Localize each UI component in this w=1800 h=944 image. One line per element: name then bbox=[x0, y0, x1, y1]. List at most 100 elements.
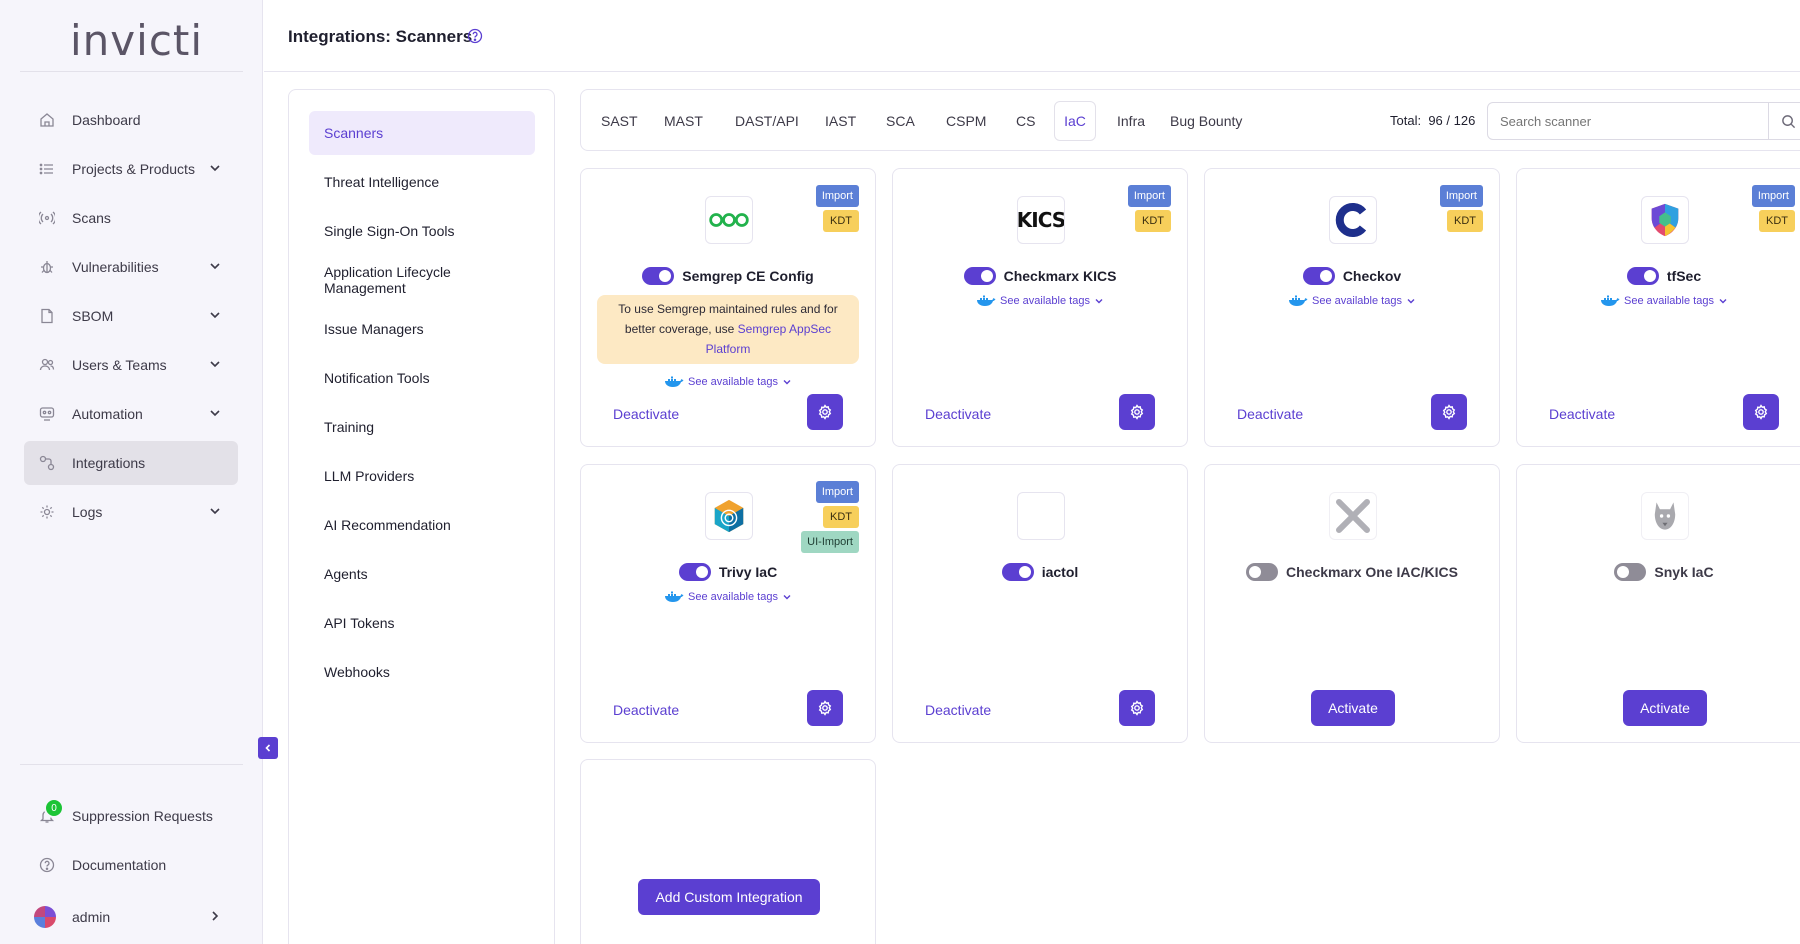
sidebar-item-projects[interactable]: Projects & Products bbox=[24, 147, 238, 191]
bug-icon bbox=[38, 258, 56, 276]
tab-iast[interactable]: IAST bbox=[815, 101, 866, 141]
category-issue-managers[interactable]: Issue Managers bbox=[309, 307, 535, 351]
chevron-down-icon bbox=[783, 595, 791, 600]
enable-toggle[interactable] bbox=[642, 267, 675, 285]
category-alm[interactable]: Application Lifecycle Management bbox=[309, 258, 535, 302]
settings-button[interactable] bbox=[1119, 690, 1155, 726]
gear-icon bbox=[1130, 404, 1144, 420]
sidebar-item-documentation[interactable]: Documentation bbox=[24, 843, 238, 887]
activate-button[interactable]: Activate bbox=[1623, 690, 1707, 726]
category-training[interactable]: Training bbox=[309, 405, 535, 449]
sidebar-item-logs[interactable]: Logs bbox=[24, 490, 238, 534]
category-llm-providers[interactable]: LLM Providers bbox=[309, 454, 535, 498]
docker-icon bbox=[665, 591, 684, 602]
logs-icon bbox=[38, 503, 56, 521]
divider bbox=[20, 764, 243, 765]
tab-infra[interactable]: Infra bbox=[1107, 101, 1155, 141]
category-api-tokens[interactable]: API Tokens bbox=[309, 601, 535, 645]
search-input[interactable] bbox=[1487, 102, 1800, 140]
import-tag: Import bbox=[1439, 185, 1483, 207]
tab-cs[interactable]: CS bbox=[1006, 101, 1045, 141]
enable-toggle[interactable] bbox=[963, 267, 996, 285]
tab-bug-bounty[interactable]: Bug Bounty bbox=[1160, 101, 1252, 141]
enable-toggle[interactable] bbox=[678, 563, 711, 581]
enable-toggle[interactable] bbox=[1001, 563, 1034, 581]
category-sso-tools[interactable]: Single Sign-On Tools bbox=[309, 209, 535, 253]
settings-button[interactable] bbox=[1119, 394, 1155, 430]
scanner-name: Snyk IaC bbox=[1654, 564, 1714, 580]
see-tags-link[interactable]: See available tags bbox=[581, 375, 875, 389]
scanner-name: Semgrep CE Config bbox=[682, 268, 814, 284]
checkov-logo bbox=[1329, 196, 1377, 244]
sidebar-item-users-teams[interactable]: Users & Teams bbox=[24, 343, 238, 387]
category-notification-tools[interactable]: Notification Tools bbox=[309, 356, 535, 400]
chevron-down-icon bbox=[208, 308, 222, 322]
see-tags-link[interactable]: See available tags bbox=[1205, 294, 1499, 308]
document-icon bbox=[38, 307, 56, 325]
see-tags-link[interactable]: See available tags bbox=[581, 590, 875, 604]
search-button[interactable] bbox=[1768, 102, 1800, 140]
docker-icon bbox=[665, 376, 684, 387]
category-ai-recommendation[interactable]: AI Recommendation bbox=[309, 503, 535, 547]
see-tags-link[interactable]: See available tags bbox=[893, 294, 1187, 308]
import-tag: Import bbox=[815, 481, 859, 503]
sidebar-item-dashboard[interactable]: Dashboard bbox=[24, 98, 238, 142]
tab-sast[interactable]: SAST bbox=[591, 101, 648, 141]
home-icon bbox=[38, 111, 56, 129]
deactivate-button[interactable]: Deactivate bbox=[613, 702, 679, 718]
total-count: Total: 96 / 126 bbox=[1390, 113, 1476, 128]
sidebar-item-label: Documentation bbox=[72, 857, 167, 873]
settings-button[interactable] bbox=[807, 394, 843, 430]
sidebar-item-scans[interactable]: Scans bbox=[24, 196, 238, 240]
tab-sca[interactable]: SCA bbox=[876, 101, 925, 141]
sidebar-item-user[interactable]: admin bbox=[24, 895, 238, 939]
category-threat-intelligence[interactable]: Threat Intelligence bbox=[309, 160, 535, 204]
tab-cspm[interactable]: CSPM bbox=[936, 101, 996, 141]
tab-iac[interactable]: IaC bbox=[1054, 101, 1096, 141]
scanner-name: Trivy IaC bbox=[718, 564, 778, 580]
chevron-left-icon bbox=[265, 744, 271, 752]
scanner-card-semgrep: Import KDT Semgrep CE Config To use Semg… bbox=[580, 168, 876, 447]
deactivate-button[interactable]: Deactivate bbox=[925, 702, 991, 718]
chevron-down-icon bbox=[208, 504, 222, 518]
suppression-count-badge: 0 bbox=[44, 798, 64, 818]
deactivate-button[interactable]: Deactivate bbox=[1549, 406, 1615, 422]
settings-button[interactable] bbox=[1743, 394, 1779, 430]
sidebar-item-integrations[interactable]: Integrations bbox=[24, 441, 238, 485]
avatar[interactable] bbox=[34, 906, 56, 928]
activate-button[interactable]: Activate bbox=[1311, 690, 1395, 726]
settings-button[interactable] bbox=[1431, 394, 1467, 430]
see-tags-link[interactable]: See available tags bbox=[1517, 294, 1800, 308]
ui-import-tag: UI-Import bbox=[801, 531, 859, 553]
deactivate-button[interactable]: Deactivate bbox=[1237, 406, 1303, 422]
sidebar-item-label: Users & Teams bbox=[72, 357, 167, 373]
custom-integration-card: Add Custom Integration bbox=[580, 759, 876, 944]
tab-mast[interactable]: MAST bbox=[654, 101, 713, 141]
help-icon[interactable] bbox=[467, 28, 483, 44]
tab-dast-api[interactable]: DAST/API bbox=[725, 101, 809, 141]
enable-toggle[interactable] bbox=[1302, 267, 1335, 285]
category-scanners[interactable]: Scanners bbox=[309, 111, 535, 155]
chevron-down-icon bbox=[208, 357, 222, 371]
add-custom-integration-button[interactable]: Add Custom Integration bbox=[638, 879, 820, 915]
settings-button[interactable] bbox=[807, 690, 843, 726]
enable-toggle[interactable] bbox=[1626, 267, 1659, 285]
invicti-logo[interactable]: invicti bbox=[70, 16, 203, 65]
deactivate-button[interactable]: Deactivate bbox=[613, 406, 679, 422]
scanner-card-checkmarx-one: Checkmarx One IAC/KICS Activate bbox=[1204, 464, 1500, 743]
sidebar-item-automation[interactable]: Automation bbox=[24, 392, 238, 436]
sidebar-item-sbom[interactable]: SBOM bbox=[24, 294, 238, 338]
category-agents[interactable]: Agents bbox=[309, 552, 535, 596]
enable-toggle[interactable] bbox=[1614, 563, 1647, 581]
sidebar-item-vulnerabilities[interactable]: Vulnerabilities bbox=[24, 245, 238, 289]
enable-toggle[interactable] bbox=[1246, 563, 1279, 581]
chevron-right-icon bbox=[208, 909, 222, 923]
integrations-icon bbox=[38, 454, 56, 472]
chevron-down-icon bbox=[1407, 299, 1415, 304]
category-webhooks[interactable]: Webhooks bbox=[309, 650, 535, 694]
collapse-sidebar-button[interactable] bbox=[258, 737, 278, 759]
kdt-tag: KDT bbox=[1759, 210, 1795, 232]
deactivate-button[interactable]: Deactivate bbox=[925, 406, 991, 422]
radar-icon bbox=[38, 209, 56, 227]
sidebar-item-label: Vulnerabilities bbox=[72, 259, 159, 275]
